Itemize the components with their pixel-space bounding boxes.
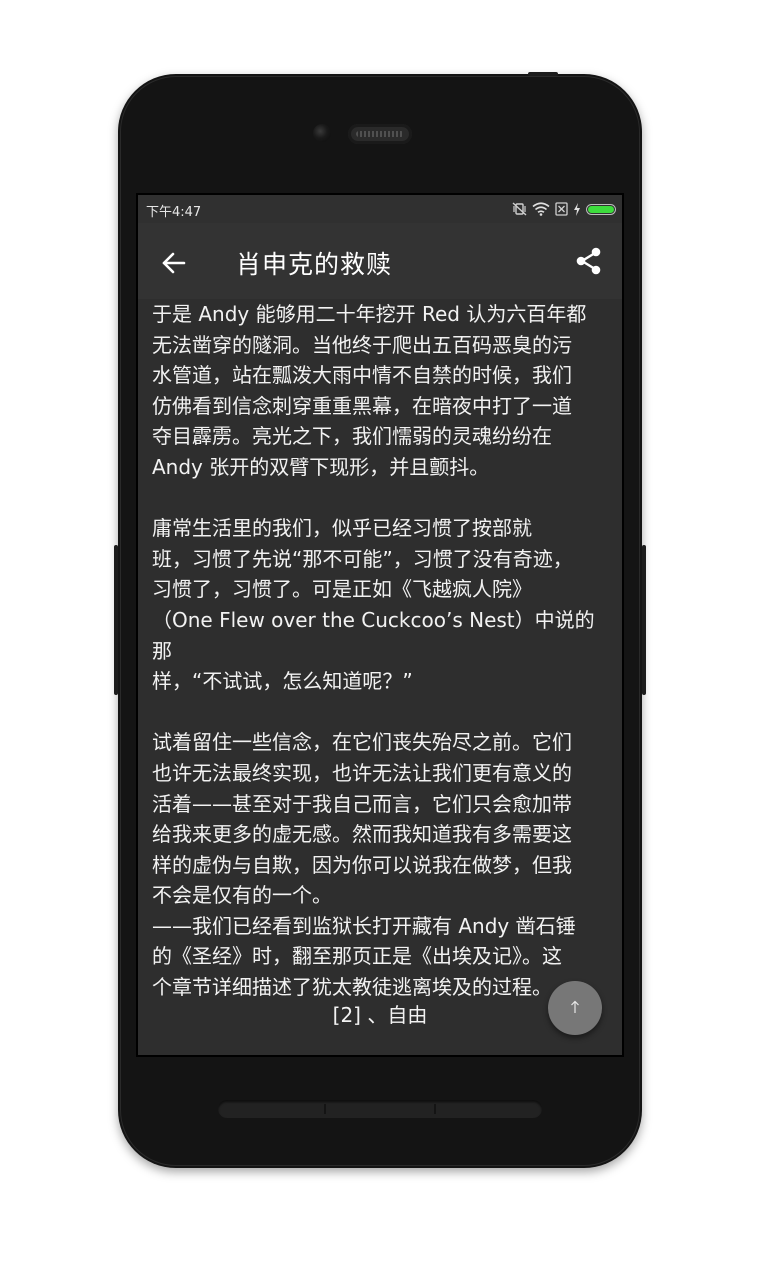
charging-bolt-icon — [573, 202, 581, 216]
text-line: 的《圣经》时，翻至那页正是《出埃及记》。这 — [152, 944, 562, 969]
status-time: 下午4:47 — [146, 205, 202, 220]
text-line: 无法凿穿的隧洞。当他终于爬出五百码恶臭的污 — [152, 332, 572, 357]
earpiece-speaker — [348, 124, 412, 144]
text-line: ——我们已经看到监狱长打开藏有 Andy 凿石锤 — [152, 913, 576, 938]
paragraph-1: 于是 Andy 能够用二十年挖开 Red 认为六百年都 无法凿穿的隧洞。当他终于… — [152, 299, 608, 483]
text-line: 夺目霹雳。亮光之下，我们懦弱的灵魂纷纷在 — [152, 424, 552, 449]
text-line: 班，习惯了先说“那不可能”，习惯了没有奇迹， — [152, 546, 573, 571]
article-content: 于是 Andy 能够用二十年挖开 Red 认为六百年都 无法凿穿的隧洞。当他终于… — [152, 299, 608, 1055]
text-line: 水管道，站在瓢泼大雨中情不自禁的时候，我们 — [152, 363, 572, 388]
no-sim-icon — [555, 202, 568, 216]
app-bar: 肖申克的救赎 — [138, 223, 622, 299]
text-line: 个章节详细描述了犹太教徒逃离埃及的过程。 — [152, 975, 552, 1000]
battery-fill — [588, 205, 614, 213]
text-line: 不会是仅有的一个。 — [152, 883, 332, 908]
text-line: 于是 Andy 能够用二十年挖开 Red 认为六百年都 — [152, 302, 587, 326]
paragraph-3: 试着留住一些信念，在它们丧失殆尽之前。它们 也许无法最终实现，也许无法让我们更有… — [152, 727, 608, 1002]
status-bar: 下午4:47 — [138, 195, 622, 223]
app-screen: 下午4:47 肖申克的救赎 于是 Andy 能够用二十年挖开 Red 认为六百年… — [138, 195, 622, 1055]
text-line: 习惯了，习惯了。可是正如《飞越疯人院》 — [152, 577, 532, 602]
arrow-up-icon — [569, 999, 581, 1018]
side-button — [642, 545, 646, 695]
text-line: 给我来更多的虚无感。然而我知道我有多需要这 — [152, 822, 572, 847]
text-line: 仿佛看到信念刺穿重重黑幕，在暗夜中打了一道 — [152, 393, 572, 418]
paragraph-2: 庸常生活里的我们，似乎已经习惯了按部就 班，习惯了先说“那不可能”，习惯了没有奇… — [152, 513, 608, 697]
share-icon[interactable] — [574, 246, 604, 276]
text-line: 样的虚伪与自欺，因为你可以说我在做梦，但我 — [152, 852, 572, 877]
phone-screen: 下午4:47 肖申克的救赎 于是 Andy 能够用二十年挖开 Red 认为六百年… — [136, 193, 624, 1057]
text-line: 试着留住一些信念，在它们丧失殆尽之前。它们 — [152, 730, 572, 755]
text-line: 样，“不试试，怎么知道呢？” — [152, 669, 413, 694]
front-camera — [313, 124, 331, 142]
section-heading: [2] 、自由 — [332, 1003, 428, 1027]
text-line: 活着——甚至对于我自己而言，它们只会愈加带 — [152, 791, 572, 816]
power-button — [528, 72, 558, 76]
scroll-to-top-button[interactable] — [548, 981, 602, 1035]
wifi-icon — [532, 202, 550, 216]
volume-button — [114, 545, 118, 695]
status-icons — [512, 201, 616, 217]
text-line: （One Flew over the Cuckcoo’s Nest）中说的那 — [152, 607, 595, 663]
arrow-left-icon[interactable] — [160, 249, 188, 277]
text-line: 庸常生活里的我们，似乎已经习惯了按部就 — [152, 516, 532, 541]
text-line: Andy 张开的双臂下现形，并且颤抖。 — [152, 454, 490, 479]
vibrate-off-icon — [512, 202, 527, 216]
home-bar — [218, 1100, 542, 1118]
page-title: 肖申克的救赎 — [236, 250, 393, 279]
text-line: 也许无法最终实现，也许无法让我们更有意义的 — [152, 760, 572, 785]
battery-icon — [586, 203, 616, 215]
